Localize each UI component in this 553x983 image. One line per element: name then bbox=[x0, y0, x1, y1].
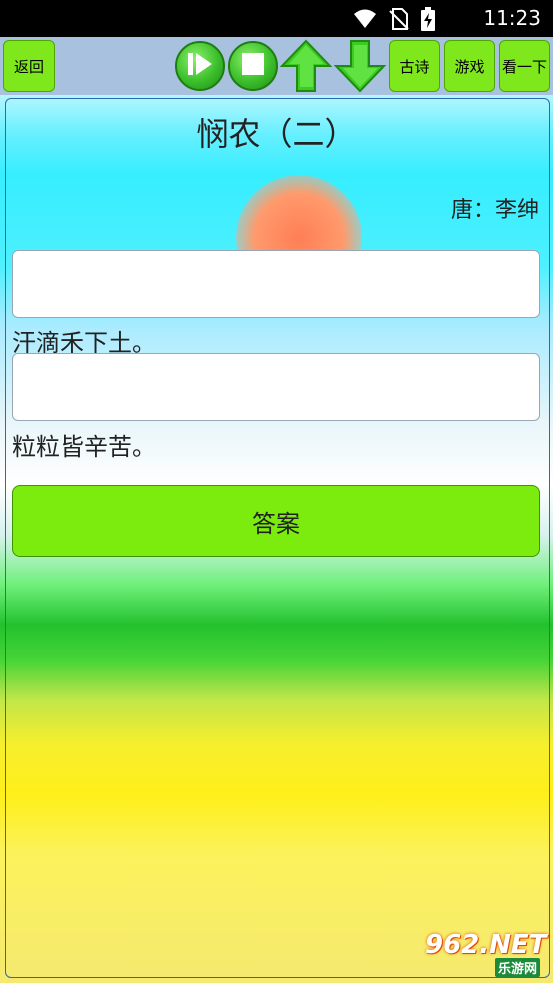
look-button[interactable]: 看一下 bbox=[499, 40, 550, 92]
watermark-logo: 962.NET bbox=[425, 930, 547, 960]
main-content: 悯农（二） 唐：李绅 汗滴禾下土。 粒粒皆辛苦。 答案 962.NET 乐游网 bbox=[0, 95, 553, 983]
poem-line-2: 粒粒皆辛苦。 bbox=[12, 433, 156, 461]
stop-button[interactable] bbox=[228, 41, 278, 91]
game-button[interactable]: 游戏 bbox=[444, 40, 495, 92]
answer-button[interactable]: 答案 bbox=[12, 485, 540, 557]
next-button[interactable] bbox=[333, 39, 387, 93]
blank-line-1-input[interactable] bbox=[12, 250, 540, 318]
poem-title: 悯农（二） bbox=[196, 115, 357, 153]
clock: 11:23 bbox=[483, 6, 541, 30]
site-watermark: 962.NET 乐游网 bbox=[415, 930, 547, 978]
poem-author: 唐：李绅 bbox=[450, 198, 539, 223]
play-icon bbox=[185, 49, 215, 83]
play-button[interactable] bbox=[175, 41, 225, 91]
battery-charging-icon bbox=[421, 7, 435, 35]
wifi-icon bbox=[353, 8, 377, 34]
toolbar: 返回 古诗 游戏 看一下 bbox=[0, 37, 553, 95]
no-sim-icon bbox=[389, 8, 409, 34]
watermark-sub: 乐游网 bbox=[495, 958, 541, 977]
poems-button[interactable]: 古诗 bbox=[389, 40, 440, 92]
back-button[interactable]: 返回 bbox=[3, 40, 55, 92]
previous-button[interactable] bbox=[279, 39, 333, 93]
stop-icon bbox=[240, 51, 266, 81]
blank-line-2-input[interactable] bbox=[12, 353, 540, 421]
status-bar: 11:23 bbox=[0, 0, 553, 37]
